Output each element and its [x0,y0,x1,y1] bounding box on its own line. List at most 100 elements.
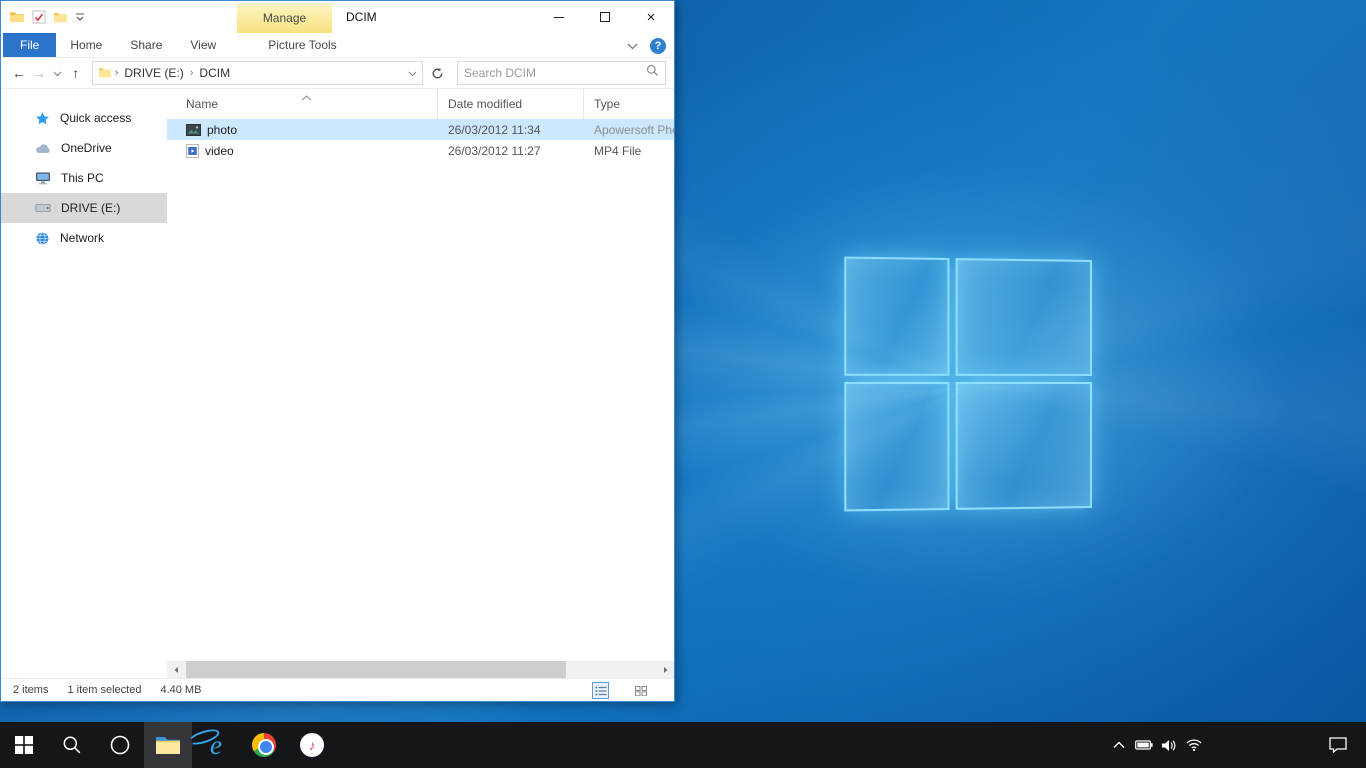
file-row-photo[interactable]: photo 26/03/2012 11:34 Apowersoft Pho [167,119,674,140]
scrollbar-thumb[interactable] [186,661,566,678]
taskbar-file-explorer-button[interactable] [144,722,192,768]
cortana-button[interactable] [96,722,144,768]
quick-access-toolbar [1,9,85,25]
minimize-icon [554,17,564,18]
start-button[interactable] [0,722,48,768]
close-icon: × [647,9,656,26]
items-count: 2 items [13,684,48,696]
internet-explorer-button[interactable]: e [192,722,240,768]
breadcrumb-drive[interactable]: DRIVE (E:) [121,65,186,81]
star-icon [35,111,50,126]
address-dropdown-chevron-icon[interactable] [408,66,417,80]
chrome-button[interactable] [240,722,288,768]
title-bar: Manage DCIM × [1,1,674,33]
sidebar-item-this-pc[interactable]: This PC [1,163,167,193]
file-type-cell: MP4 File [584,144,674,158]
column-header-type[interactable]: Type [584,89,674,119]
qat-new-folder-icon[interactable] [53,10,68,24]
ribbon-right-controls: ? [627,33,666,58]
tab-home[interactable]: Home [56,33,116,57]
search-input[interactable] [464,66,646,80]
file-date-cell: 26/03/2012 11:34 [438,123,584,137]
sidebar-item-onedrive[interactable]: OneDrive [1,133,167,163]
selected-count: 1 item selected [67,684,141,696]
folder-icon [98,66,112,81]
status-bar: 2 items 1 item selected 4.40 MB [1,678,674,701]
file-rows: photo 26/03/2012 11:34 Apowersoft Pho vi… [167,119,674,661]
column-header-date-modified[interactable]: Date modified [438,89,584,119]
tab-file[interactable]: File [3,33,56,57]
system-tray [1106,722,1366,768]
file-explorer-icon [155,734,181,756]
sidebar-item-quick-access[interactable]: Quick access [1,103,167,133]
windows-logo-pane [956,382,1092,510]
music-note-glyph: ♪ [309,737,316,753]
breadcrumb-separator-icon: › [115,67,119,79]
action-center-button[interactable] [1318,722,1358,768]
cloud-icon [35,142,51,154]
back-button[interactable]: ← [9,65,29,81]
forward-button[interactable]: → [29,65,49,81]
sidebar-item-drive-e[interactable]: DRIVE (E:) [1,193,167,223]
volume-icon[interactable] [1156,722,1181,768]
itunes-button[interactable]: ♪ [288,722,336,768]
refresh-button[interactable] [425,61,449,85]
large-icons-view-button[interactable] [632,682,649,699]
window-title: DCIM [346,1,377,33]
sidebar-item-label: Network [60,231,104,245]
horizontal-scrollbar[interactable] [167,661,674,678]
address-bar[interactable]: › DRIVE (E:) › DCIM [92,61,423,85]
maximize-button[interactable] [582,1,628,33]
wifi-icon[interactable] [1181,722,1206,768]
file-name: photo [207,123,237,137]
expand-ribbon-chevron-icon[interactable] [627,39,638,53]
sidebar-item-network[interactable]: Network [1,223,167,253]
tray-chevron-up-icon[interactable] [1106,722,1131,768]
breadcrumb-separator-icon: › [190,67,194,79]
file-name-cell: photo [167,123,438,137]
qat-customize-chevron-icon[interactable] [75,12,85,22]
details-view-button[interactable] [592,682,609,699]
help-button[interactable]: ? [650,38,666,54]
view-toggles [592,682,668,699]
file-explorer-window: Manage DCIM × File Home Share View Pictu… [0,0,675,702]
column-headers: Name Date modified Type [167,89,674,119]
maximize-icon [600,12,610,22]
tab-view[interactable]: View [176,33,230,57]
up-button[interactable]: ↑ [66,65,86,81]
photo-file-icon [186,124,201,136]
battery-icon[interactable] [1131,722,1156,768]
minimize-button[interactable] [536,1,582,33]
window-controls: × [536,1,674,33]
windows-logo [844,257,1092,512]
taskbar-search-button[interactable] [48,722,96,768]
windows-logo-pane [956,258,1092,376]
scroll-right-arrow-icon[interactable] [657,661,674,678]
ribbon-tab-row: File Home Share View Picture Tools ? [1,33,674,58]
file-name-cell: video [167,144,438,158]
tab-picture-tools[interactable]: Picture Tools [254,33,350,57]
sidebar-item-label: OneDrive [61,141,112,155]
breadcrumb-dcim[interactable]: DCIM [196,65,233,81]
file-name: video [205,144,234,158]
qat-properties-icon[interactable] [32,10,46,24]
file-date-cell: 26/03/2012 11:27 [438,144,584,158]
cortana-icon [109,734,131,756]
file-row-video[interactable]: video 26/03/2012 11:27 MP4 File [167,140,674,161]
contextual-group-manage[interactable]: Manage [237,3,332,33]
search-box [457,61,666,85]
windows-logo-pane [844,257,949,376]
video-file-icon [186,144,199,158]
scroll-left-arrow-icon[interactable] [167,661,184,678]
computer-icon [35,171,51,185]
sidebar-item-label: DRIVE (E:) [61,201,120,215]
window-content: Quick access OneDrive This PC DRIVE (E:)… [1,89,674,678]
close-button[interactable]: × [628,1,674,33]
tab-share[interactable]: Share [116,33,176,57]
drive-icon [35,203,51,213]
recent-locations-chevron-icon[interactable] [49,64,66,82]
taskbar: e ♪ [0,722,1366,768]
search-icon[interactable] [646,64,659,82]
network-icon [35,231,50,246]
sort-ascending-icon [301,90,312,104]
